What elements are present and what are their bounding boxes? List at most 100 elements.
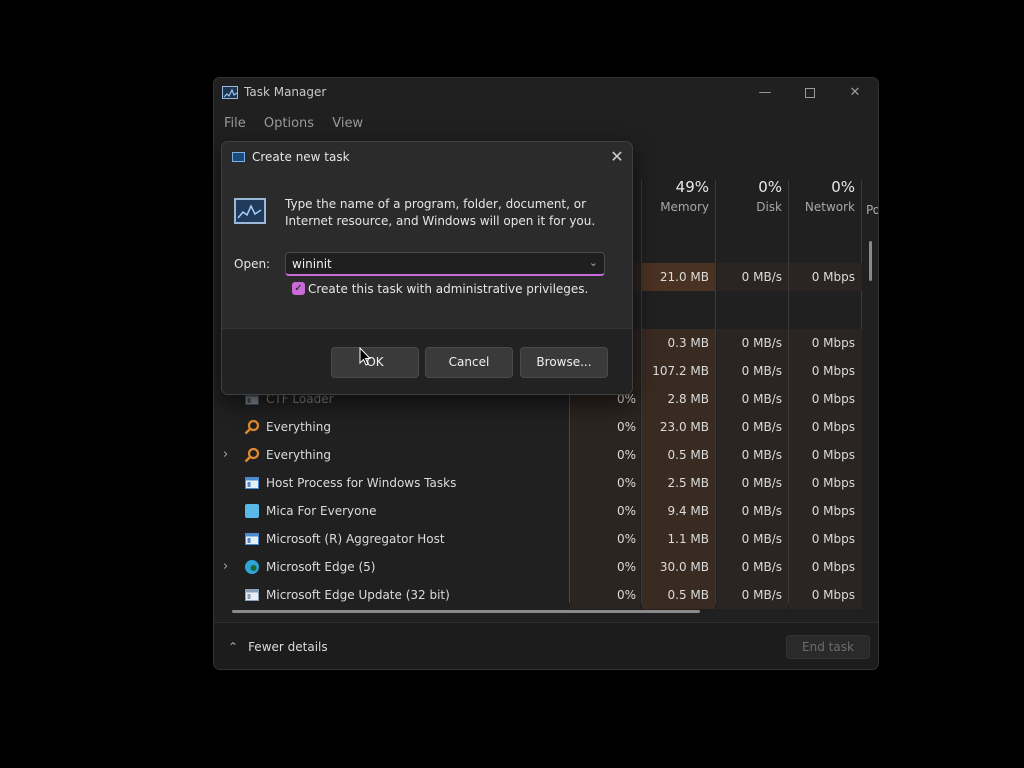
process-name: Everything (266, 448, 331, 462)
window-title: Task Manager (244, 85, 327, 99)
network-value: 0 Mbps (811, 532, 855, 546)
maximize-button[interactable] (795, 82, 825, 104)
footer: ⌃ Fewer details End task (214, 622, 878, 669)
memory-value: 1.1 MB (667, 532, 709, 546)
table-row[interactable]: Everything 0% 23.0 MB 0 MB/s 0 Mbps (214, 413, 862, 441)
disk-value: 0 MB/s (741, 476, 782, 490)
memory-value: 2.5 MB (667, 476, 709, 490)
maximize-icon (805, 87, 815, 98)
disk-value: 0 MB/s (741, 588, 782, 602)
mouse-cursor-icon (359, 347, 371, 366)
cpu-value: 0% (616, 448, 636, 462)
edge-update-icon (244, 587, 260, 603)
network-value: 0 Mbps (811, 476, 855, 490)
disk-percent: 0% (758, 178, 782, 196)
network-percent: 0% (831, 178, 855, 196)
network-label: Network (804, 200, 855, 214)
memory-value: 23.0 MB (659, 420, 709, 434)
edge-icon (244, 559, 260, 575)
network-value: 0 Mbps (811, 560, 855, 574)
memory-value: 30.0 MB (659, 560, 709, 574)
browse-button[interactable]: Browse... (520, 347, 608, 378)
cpu-value: 0% (616, 560, 636, 574)
network-column-header[interactable]: 0% Network (789, 178, 855, 214)
network-value: 0 Mbps (811, 270, 855, 284)
memory-value: 0.5 MB (667, 588, 709, 602)
cpu-value: 0% (616, 476, 636, 490)
process-name: Microsoft (R) Aggregator Host (266, 532, 445, 546)
power-label: Po (866, 203, 879, 217)
memory-value: 107.2 MB (652, 364, 709, 378)
network-value: 0 Mbps (811, 420, 855, 434)
dialog-close-button[interactable]: ✕ (604, 146, 630, 168)
open-value: wininit (292, 257, 332, 271)
table-row[interactable]: Host Process for Windows Tasks 0% 2.5 MB 0 … (214, 469, 862, 497)
fewer-details-label: Fewer details (248, 640, 328, 654)
memory-value: 9.4 MB (667, 504, 709, 518)
disk-value: 0 MB/s (741, 504, 782, 518)
disk-value: 0 MB/s (741, 392, 782, 406)
vertical-scrollbar[interactable] (869, 241, 872, 281)
process-name: Host Process for Windows Tasks (266, 476, 457, 490)
disk-value: 0 MB/s (741, 448, 782, 462)
everything-search-icon (244, 447, 260, 463)
close-button[interactable]: ✕ (840, 82, 870, 104)
title-bar[interactable]: Task Manager — ✕ (214, 78, 878, 108)
admin-checkbox-label[interactable]: Create this task with administrative pri… (308, 282, 588, 296)
end-task-button[interactable]: End task (786, 635, 870, 659)
mica-icon (244, 503, 260, 519)
memory-value: 2.8 MB (667, 392, 709, 406)
everything-search-icon (244, 419, 260, 435)
window-app-icon (244, 531, 260, 547)
memory-value: 21.0 MB (659, 270, 709, 284)
disk-value: 0 MB/s (741, 560, 782, 574)
process-name: Everything (266, 420, 331, 434)
chevron-up-icon: ⌃ (228, 640, 239, 654)
table-row[interactable]: › Microsoft Edge (5) 0% 30.0 MB 0 MB/s 0 Mbps (214, 553, 862, 581)
network-value: 0 Mbps (811, 392, 855, 406)
dialog-button-bar: OK Cancel Browse... (222, 328, 632, 394)
network-value: 0 Mbps (811, 336, 855, 350)
table-row[interactable]: › Everything 0% 0.5 MB 0 MB/s 0 Mbps (214, 441, 862, 469)
process-name: Mica For Everyone (266, 504, 377, 518)
chevron-right-icon[interactable]: › (223, 447, 228, 462)
open-label: Open: (234, 257, 271, 271)
window-app-icon (244, 475, 260, 491)
menu-bar: File Options View (224, 116, 377, 131)
network-value: 0 Mbps (811, 448, 855, 462)
chevron-down-icon[interactable]: ⌄ (589, 256, 598, 269)
disk-column-header[interactable]: 0% Disk (717, 178, 782, 214)
memory-column-header[interactable]: 49% Memory (642, 178, 709, 214)
table-row[interactable]: Microsoft (R) Aggregator Host 0% 1.1 MB 0 M… (214, 525, 862, 553)
cpu-value: 0% (616, 532, 636, 546)
memory-value: 0.3 MB (667, 336, 709, 350)
network-value: 0 Mbps (811, 588, 855, 602)
task-manager-icon (234, 198, 266, 224)
table-row[interactable]: Microsoft Edge Update (32 bit) 0% 0.5 MB 0 … (214, 581, 862, 609)
memory-label: Memory (660, 200, 709, 214)
fewer-details-button[interactable]: ⌃ Fewer details (228, 640, 328, 654)
dialog-title: Create new task (252, 150, 350, 164)
minimize-button[interactable]: — (750, 82, 780, 104)
disk-value: 0 MB/s (741, 336, 782, 350)
table-row[interactable]: Mica For Everyone 0% 9.4 MB 0 MB/s 0 Mbps (214, 497, 862, 525)
menu-options[interactable]: Options (264, 116, 314, 131)
power-column-header[interactable]: Po (866, 199, 879, 217)
memory-percent: 49% (675, 178, 709, 196)
cpu-value: 0% (616, 588, 636, 602)
ok-button[interactable]: OK (331, 347, 419, 378)
chevron-right-icon[interactable]: › (223, 559, 228, 574)
cancel-button[interactable]: Cancel (425, 347, 513, 378)
network-value: 0 Mbps (811, 364, 855, 378)
cpu-value: 0% (616, 504, 636, 518)
menu-file[interactable]: File (224, 116, 246, 131)
open-combobox[interactable]: wininit ⌄ (285, 252, 605, 276)
cpu-value: 0% (616, 420, 636, 434)
disk-value: 0 MB/s (741, 420, 782, 434)
horizontal-scrollbar[interactable] (232, 610, 700, 613)
task-manager-icon (222, 86, 238, 99)
admin-checkbox[interactable]: ✓ (292, 282, 305, 295)
menu-view[interactable]: View (332, 116, 363, 131)
network-value: 0 Mbps (811, 504, 855, 518)
disk-value: 0 MB/s (741, 532, 782, 546)
